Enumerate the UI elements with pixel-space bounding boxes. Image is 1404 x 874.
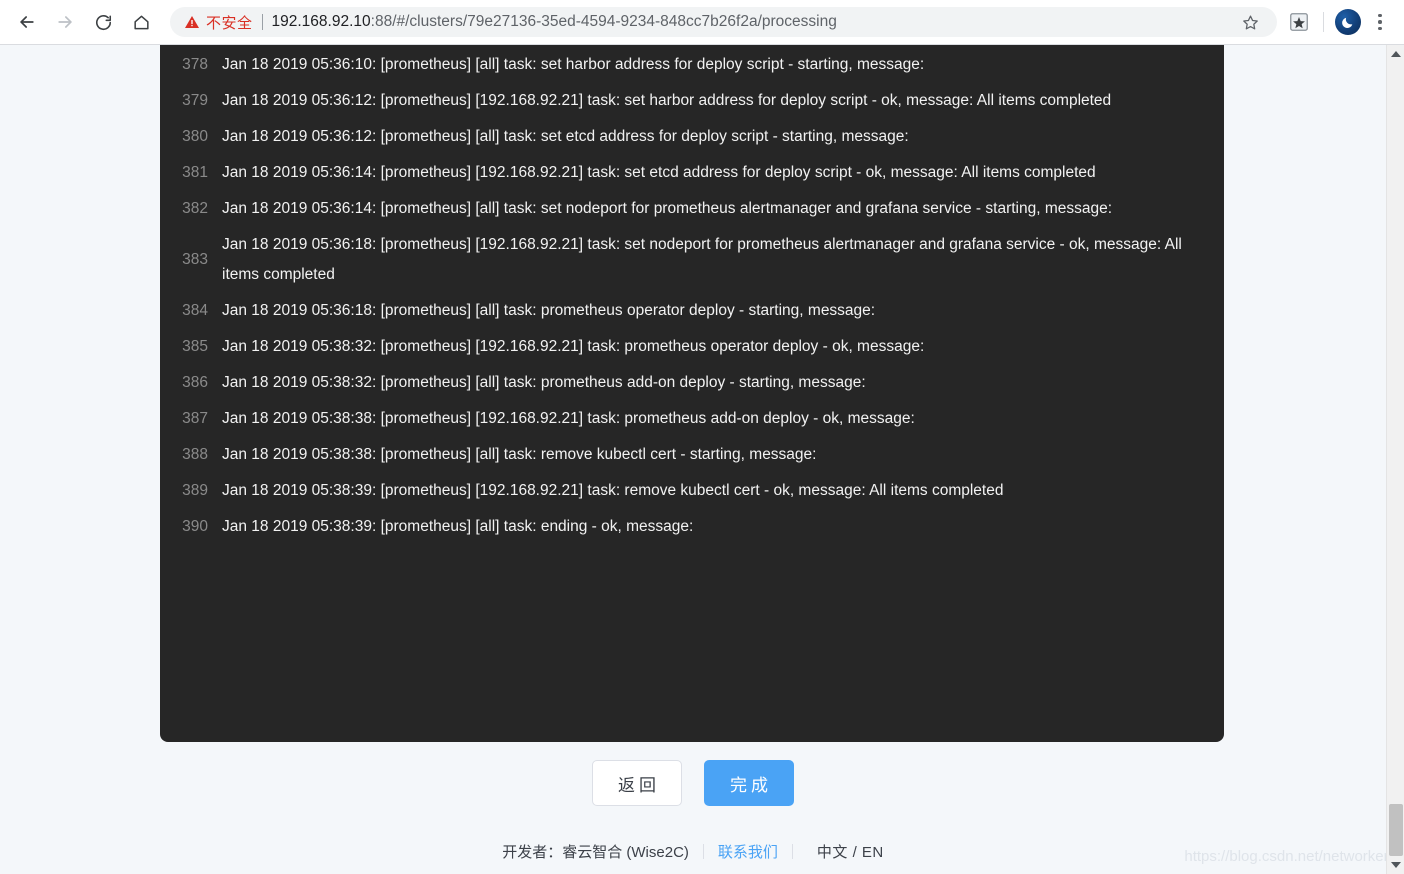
- log-line-number: 381: [182, 164, 208, 181]
- home-icon[interactable]: [124, 5, 158, 39]
- log-line: 387 Jan 18 2019 05:38:38: [prometheus] [1…: [160, 401, 1224, 437]
- log-line: 381 Jan 18 2019 05:36:14: [prometheus] [1…: [160, 155, 1224, 191]
- back-button[interactable]: 返回: [592, 760, 682, 806]
- log-line-number: 383: [182, 251, 208, 268]
- log-line-number: 387: [182, 410, 208, 427]
- log-line-number: 380: [182, 128, 208, 145]
- log-line-text: Jan 18 2019 05:38:32: [prometheus] [192.…: [222, 338, 925, 355]
- log-line-number: 378: [182, 56, 208, 73]
- log-line-number: 379: [182, 92, 208, 109]
- log-line-number: 385: [182, 338, 208, 355]
- bookmark-manager-icon[interactable]: [1283, 6, 1315, 38]
- log-line-number: 388: [182, 446, 208, 463]
- log-line-number: 390: [182, 518, 208, 535]
- log-line: 378 Jan 18 2019 05:36:10: [prometheus] [a…: [160, 47, 1224, 83]
- deployment-log-panel[interactable]: 378 Jan 18 2019 05:36:10: [prometheus] [a…: [160, 45, 1224, 742]
- scroll-up-arrow-icon[interactable]: [1387, 45, 1404, 63]
- log-line-text: Jan 18 2019 05:38:38: [prometheus] [all]…: [222, 446, 817, 463]
- contact-us-link[interactable]: 联系我们: [718, 841, 778, 862]
- log-line-text: Jan 18 2019 05:36:12: [prometheus] [192.…: [222, 92, 1112, 109]
- browser-actions: [1283, 6, 1396, 38]
- watermark-text: https://blog.csdn.net/networken: [1184, 848, 1392, 865]
- scroll-down-arrow-icon[interactable]: [1387, 856, 1404, 874]
- log-line-text: Jan 18 2019 05:36:14: [prometheus] [all]…: [222, 200, 1113, 217]
- security-status-label[interactable]: 不安全: [206, 12, 253, 33]
- log-line: 389 Jan 18 2019 05:38:39: [prometheus] [1…: [160, 473, 1224, 509]
- log-line: 379 Jan 18 2019 05:36:12: [prometheus] [1…: [160, 83, 1224, 119]
- log-line-text: Jan 18 2019 05:38:39: [prometheus] [192.…: [222, 482, 1004, 499]
- warning-triangle-icon: [184, 14, 200, 30]
- url-path: :88/#/clusters/79e27136-35ed-4594-9234-8…: [370, 13, 837, 30]
- finish-button[interactable]: 完成: [704, 760, 794, 806]
- log-line: 382 Jan 18 2019 05:36:14: [prometheus] [a…: [160, 191, 1224, 227]
- log-line: 386 Jan 18 2019 05:38:32: [prometheus] [a…: [160, 365, 1224, 401]
- browser-toolbar: 不安全 192.168.92.10:88/#/clusters/79e27136…: [0, 0, 1404, 45]
- action-button-row: 返回 完成: [0, 760, 1404, 806]
- log-line-text: Jan 18 2019 05:36:10: [prometheus] [all]…: [222, 56, 925, 73]
- url-host: 192.168.92.10: [271, 13, 371, 30]
- log-line-number: 386: [182, 374, 208, 391]
- log-line-text: Jan 18 2019 05:38:38: [prometheus] [192.…: [222, 410, 915, 427]
- log-line-number: 384: [182, 302, 208, 319]
- bookmark-star-icon[interactable]: [1235, 7, 1265, 37]
- log-line-text: Jan 18 2019 05:36:14: [prometheus] [192.…: [222, 164, 1096, 181]
- page-viewport: 378 Jan 18 2019 05:36:10: [prometheus] [a…: [0, 45, 1404, 874]
- log-line: 383 Jan 18 2019 05:36:18: [prometheus] [1…: [160, 227, 1224, 293]
- footer-divider-1: [702, 844, 704, 859]
- log-line: 380 Jan 18 2019 05:36:12: [prometheus] [a…: [160, 119, 1224, 155]
- log-line-text: Jan 18 2019 05:36:12: [prometheus] [all]…: [222, 128, 909, 145]
- reload-icon[interactable]: [86, 5, 120, 39]
- footer-divider-2: [791, 844, 793, 859]
- log-line-text: Jan 18 2019 05:36:18: [prometheus] [192.…: [222, 236, 1187, 283]
- log-line-text: Jan 18 2019 05:36:18: [prometheus] [all]…: [222, 302, 876, 319]
- url-text[interactable]: 192.168.92.10:88/#/clusters/79e27136-35e…: [272, 13, 1235, 31]
- toolbar-divider: [1323, 12, 1324, 32]
- log-line-text: Jan 18 2019 05:38:39: [prometheus] [all]…: [222, 518, 694, 535]
- scrollbar-thumb[interactable]: [1389, 804, 1403, 856]
- back-icon[interactable]: [10, 5, 44, 39]
- page-scrollbar[interactable]: [1386, 45, 1404, 874]
- log-line: 388 Jan 18 2019 05:38:38: [prometheus] [a…: [160, 437, 1224, 473]
- forward-icon[interactable]: [48, 5, 82, 39]
- log-line: 384 Jan 18 2019 05:36:18: [prometheus] [a…: [160, 293, 1224, 329]
- language-switcher[interactable]: 中文 / EN: [817, 841, 884, 862]
- address-bar[interactable]: 不安全 192.168.92.10:88/#/clusters/79e27136…: [170, 7, 1277, 37]
- omnibox-divider: [261, 14, 263, 30]
- moon-icon: [1335, 9, 1361, 35]
- developer-label: 开发者：睿云智合 (Wise2C): [502, 844, 689, 861]
- three-dots: [1378, 13, 1382, 31]
- dark-reader-extension-icon[interactable]: [1332, 6, 1364, 38]
- log-line-text: Jan 18 2019 05:38:32: [prometheus] [all]…: [222, 374, 866, 391]
- log-line: 390 Jan 18 2019 05:38:39: [prometheus] [a…: [160, 509, 1224, 545]
- log-line-number: 382: [182, 200, 208, 217]
- log-line: 385 Jan 18 2019 05:38:32: [prometheus] [1…: [160, 329, 1224, 365]
- chrome-menu-icon[interactable]: [1364, 6, 1396, 38]
- log-line-number: 389: [182, 482, 208, 499]
